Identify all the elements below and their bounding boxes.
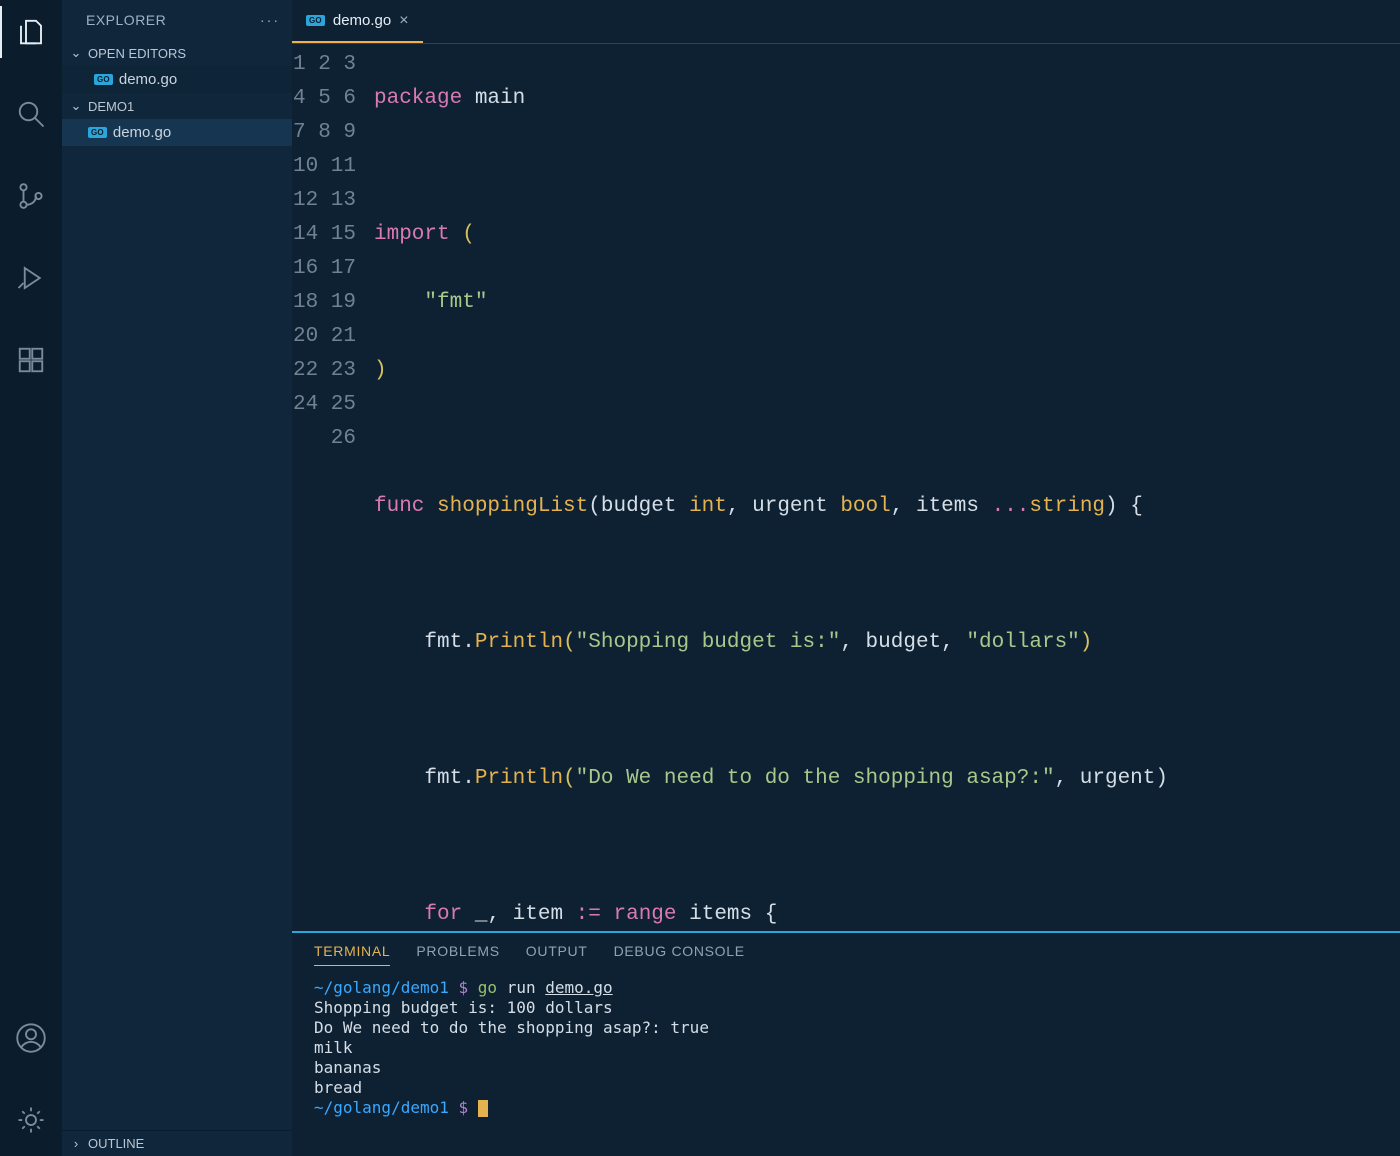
outline-section[interactable]: › OUTLINE [62, 1130, 292, 1156]
terminal-output[interactable]: ~/golang/demo1 $ go run demo.go Shopping… [292, 976, 1400, 1156]
tab-bar: GO demo.go × [292, 0, 1400, 44]
editor-group: GO demo.go × 1 2 3 4 5 6 7 8 9 10 11 12 … [292, 0, 1400, 1156]
editor-tab[interactable]: GO demo.go × [292, 0, 423, 43]
search-icon[interactable] [0, 88, 62, 140]
source-control-icon[interactable] [0, 170, 62, 222]
section-label: OPEN EDITORS [88, 46, 186, 61]
go-file-icon: GO [88, 127, 107, 138]
chevron-down-icon: ⌄ [68, 98, 84, 114]
go-file-icon: GO [94, 74, 113, 85]
bottom-panel: TERMINAL PROBLEMS OUTPUT DEBUG CONSOLE ~… [292, 931, 1400, 1156]
section-label: DEMO1 [88, 99, 134, 114]
chevron-right-icon: › [68, 1136, 84, 1151]
open-editor-item[interactable]: GO demo.go [62, 66, 292, 93]
activity-bar [0, 0, 62, 1156]
file-tree-item[interactable]: GO demo.go [62, 119, 292, 146]
account-icon[interactable] [0, 1012, 62, 1064]
panel-tab-output[interactable]: OUTPUT [526, 943, 588, 966]
code-editor[interactable]: 1 2 3 4 5 6 7 8 9 10 11 12 13 14 15 16 1… [292, 44, 1400, 931]
open-editors-section[interactable]: ⌄ OPEN EDITORS [62, 40, 292, 66]
close-icon[interactable]: × [399, 12, 408, 30]
go-file-icon: GO [306, 15, 325, 26]
debug-icon[interactable] [0, 252, 62, 304]
panel-tab-terminal[interactable]: TERMINAL [314, 943, 390, 966]
panel-tab-problems[interactable]: PROBLEMS [416, 943, 499, 966]
tab-label: demo.go [333, 12, 391, 29]
folder-section[interactable]: ⌄ DEMO1 [62, 93, 292, 119]
chevron-down-icon: ⌄ [68, 45, 84, 61]
panel-tab-debug-console[interactable]: DEBUG CONSOLE [614, 943, 745, 966]
code-content[interactable]: package main import ( "fmt" ) func shopp… [374, 48, 1400, 931]
explorer-sidebar: EXPLORER ··· ⌄ OPEN EDITORS GO demo.go ⌄… [62, 0, 292, 1156]
panel-tabs: TERMINAL PROBLEMS OUTPUT DEBUG CONSOLE [292, 933, 1400, 976]
line-number-gutter: 1 2 3 4 5 6 7 8 9 10 11 12 13 14 15 16 1… [292, 48, 374, 931]
terminal-cursor [478, 1100, 488, 1117]
file-name: demo.go [119, 71, 177, 88]
extensions-icon[interactable] [0, 334, 62, 386]
files-icon[interactable] [0, 6, 62, 58]
sidebar-title: EXPLORER [86, 12, 166, 28]
section-label: OUTLINE [88, 1136, 144, 1151]
sidebar-more-icon[interactable]: ··· [260, 12, 280, 28]
settings-icon[interactable] [0, 1094, 62, 1146]
file-name: demo.go [113, 124, 171, 141]
